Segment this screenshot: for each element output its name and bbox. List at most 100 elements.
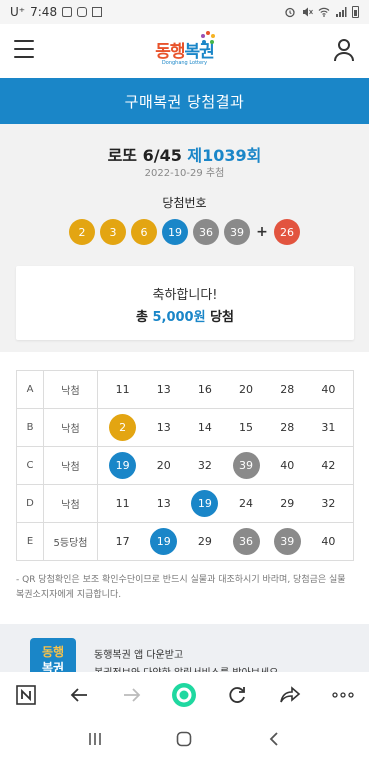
row-label: A (16, 370, 44, 409)
matched-number: 19 (109, 452, 137, 479)
ticket-row: D 낙첨 11 13 19 24 29 32 (16, 484, 354, 523)
recent-apps-icon[interactable] (80, 724, 110, 754)
number-list: 17 19 29 36 39 40 (102, 528, 349, 555)
round-title: 로또 6/45 제1039회 (0, 142, 369, 166)
row-status: 낙첨 (43, 484, 98, 523)
row-status: 낙첨 (43, 370, 98, 409)
ticket-row: A 낙첨 11 13 16 20 28 40 (16, 370, 354, 409)
total-suffix: 당첨 (210, 310, 235, 325)
status-right (284, 6, 359, 18)
winning-ball: 3 (100, 219, 126, 245)
home-icon[interactable] (169, 724, 199, 754)
row-label: E (16, 522, 44, 561)
winning-numbers-label: 당첨번호 (162, 196, 207, 210)
ticket-number: 11 (115, 383, 130, 396)
ticket-number: 11 (115, 497, 130, 510)
row-status: 낙첨 (43, 408, 98, 447)
main-content: 로또 6/45 제1039회 2022-10-29 추첨 당첨번호 2 3 6 … (0, 124, 369, 624)
ticket-number: 42 (321, 459, 336, 472)
menu-line (14, 40, 34, 42)
ticket-number: 20 (156, 459, 171, 472)
matched-number: 39 (273, 528, 301, 555)
status-bar: U⁺ 7:48 (0, 0, 369, 24)
ticket-number: 15 (239, 421, 254, 434)
ticket-number: 13 (156, 421, 171, 434)
ticket-number: 14 (197, 421, 212, 434)
signal-icon (336, 7, 347, 17)
ticket-number: 29 (280, 497, 295, 510)
qr-notice: - QR 당첨확인은 보조 확인수단이므로 반드시 실물과 대조하시기 바라며,… (16, 575, 346, 600)
banner-app-logo: 동행 복권 (30, 638, 76, 672)
share-icon[interactable] (275, 680, 305, 710)
menu-line (14, 56, 34, 58)
ticket-number: 20 (239, 383, 254, 396)
ticket-row: B 낙첨 2 13 14 15 28 31 (16, 408, 354, 447)
row-numbers: 2 13 14 15 28 31 (97, 408, 354, 447)
carrier-label: U⁺ (10, 5, 26, 19)
n-icon (92, 7, 103, 17)
winning-numbers: 2 3 6 19 36 39 + 26 (0, 219, 369, 245)
ticket-number: 28 (280, 383, 295, 396)
ticket-number: 24 (239, 497, 254, 510)
winning-ball: 2 (69, 219, 95, 245)
row-numbers: 17 19 29 36 39 40 (97, 522, 354, 561)
row-label: C (16, 446, 44, 485)
home-circle-icon[interactable] (169, 680, 199, 710)
alarm-icon (285, 7, 295, 18)
user-icon[interactable] (333, 38, 355, 62)
row-label: B (16, 408, 44, 447)
ticket-number: 32 (197, 459, 212, 472)
bonus-plus-sign: + (256, 224, 268, 240)
mute-icon (303, 7, 313, 17)
row-label: D (16, 484, 44, 523)
row-numbers: 11 13 19 24 29 32 (97, 484, 354, 523)
draw-date: 2022-10-29 추첨 (144, 168, 225, 179)
number-list: 2 13 14 15 28 31 (102, 414, 349, 441)
back-icon[interactable] (259, 724, 289, 754)
ticket-row: E 5등당첨 17 19 29 36 39 40 (16, 522, 354, 561)
bonus-ball: 26 (274, 219, 300, 245)
congrats-message: 축하합니다! (152, 288, 218, 303)
logo-burst-icon (201, 31, 215, 44)
matched-number: 36 (232, 528, 260, 555)
naver-n-icon[interactable] (11, 680, 41, 710)
ticket-number: 40 (321, 535, 336, 548)
winning-ball: 19 (162, 219, 188, 245)
banner-logo-a: 동행 (41, 645, 65, 659)
back-arrow-icon[interactable] (64, 680, 94, 710)
row-status: 5등당첨 (43, 522, 98, 561)
ticket-number: 17 (115, 535, 130, 548)
banner-text-1: 동행복권 앱 다운받고 (94, 650, 184, 661)
congrats-box: 축하합니다! 총 5,000원 당첨 (16, 266, 354, 340)
browser-toolbar (0, 672, 369, 718)
logo-text-a: 동행 (155, 41, 185, 62)
banner-logo-b: 복권 (41, 661, 65, 672)
row-numbers: 19 20 32 39 40 42 (97, 446, 354, 485)
image-icon (62, 7, 73, 17)
more-icon[interactable] (328, 680, 358, 710)
row-status: 낙첨 (43, 446, 98, 485)
winning-ball: 6 (131, 219, 157, 245)
ticket-number: 29 (197, 535, 212, 548)
status-left: U⁺ 7:48 (10, 5, 103, 19)
matched-number: 2 (109, 414, 137, 441)
ticket-number: 40 (280, 459, 295, 472)
ticket-row: C 낙첨 19 20 32 39 40 42 (16, 446, 354, 485)
hamburger-menu-icon[interactable] (14, 40, 34, 58)
app-download-banner[interactable]: 동행 복권 동행복권 앱 다운받고 복권정보와 다양한 알림서비스를 받아보세요 (0, 624, 369, 672)
prize-amount: 5,000원 (152, 310, 206, 325)
forward-arrow-icon[interactable] (117, 680, 147, 710)
number-list: 11 13 19 24 29 32 (102, 490, 349, 517)
clock: 7:48 (30, 5, 58, 19)
row-numbers: 11 13 16 20 28 40 (97, 370, 354, 409)
banner-text-2: 복권정보와 다양한 알림서비스를 받아보세요 (94, 664, 278, 672)
app-header: 동행복권 Donghang Lottery (0, 24, 369, 78)
winning-ball: 39 (224, 219, 250, 245)
ticket-number: 13 (156, 383, 171, 396)
instagram-icon (77, 7, 88, 17)
refresh-icon[interactable] (222, 680, 252, 710)
ticket-results-table: A 낙첨 11 13 16 20 28 40 B 낙첨 2 13 14 15 28 31 C 낙첨 19 20 32 39… (16, 370, 354, 561)
ticket-number: 31 (321, 421, 336, 434)
ticket-number: 28 (280, 421, 295, 434)
game-name: 로또 6/45 (107, 146, 182, 165)
